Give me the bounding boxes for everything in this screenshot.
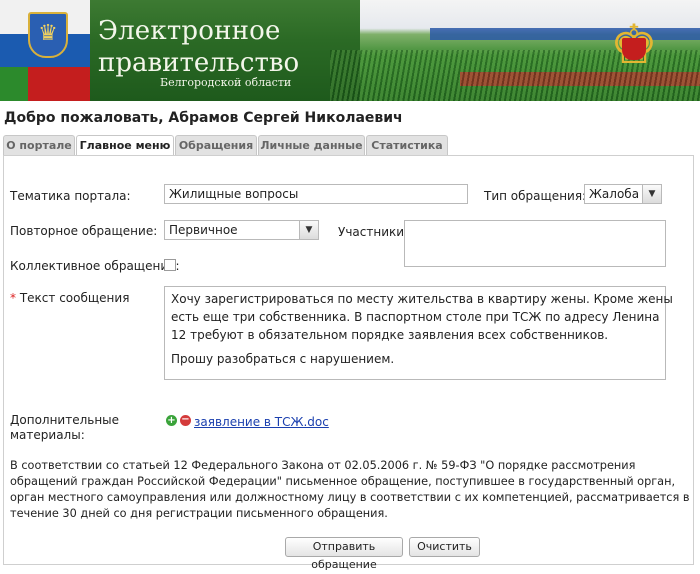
submit-appeal-button[interactable]: Отправить обращение	[285, 537, 403, 571]
attachments-label-line1: Дополнительные	[10, 413, 120, 427]
site-subtitle: Белгородской области	[160, 76, 292, 89]
repeat-appeal-select[interactable]: Первичное ▼	[164, 220, 319, 240]
site-title-line2: правительство	[98, 48, 300, 78]
message-text: Хочу зарегистрироваться по месту жительс…	[164, 286, 680, 388]
tab-statistics[interactable]: Статистика	[366, 135, 448, 155]
message-paragraph-2: Прошу разобраться с нарушением.	[171, 352, 395, 366]
participants-label: Участники:	[338, 225, 409, 239]
repeat-appeal-label: Повторное обращение:	[10, 224, 158, 238]
message-text-label-text: Текст сообщения	[19, 291, 130, 305]
appeal-type-label: Тип обращения:	[484, 189, 587, 203]
tab-about-portal[interactable]: О портале	[3, 135, 75, 155]
clear-button[interactable]: Очистить	[409, 537, 480, 557]
welcome-message: Добро пожаловать, Абрамов Сергей Николае…	[4, 110, 403, 126]
legal-notice: В соответствии со статьей 12 Федеральног…	[10, 459, 690, 520]
participants-textarea[interactable]	[404, 220, 666, 267]
site-title-line1: Электронное	[98, 16, 281, 46]
appeal-type-select[interactable]: Жалоба ▼	[584, 184, 662, 204]
message-text-label: * Текст сообщения	[10, 291, 129, 305]
message-paragraph-1: Хочу зарегистрироваться по месту жительс…	[171, 292, 673, 342]
eagle-shield	[622, 38, 646, 60]
chevron-down-icon[interactable]: ▼	[642, 185, 661, 203]
add-attachment-icon[interactable]: +	[166, 415, 177, 426]
tab-appeals[interactable]: Обращения	[175, 135, 257, 155]
tab-personal-data[interactable]: Личные данные	[258, 135, 365, 155]
site-banner: ♛ Электронное правительство Белгородской…	[0, 0, 700, 101]
collective-appeal-checkbox[interactable]	[164, 259, 176, 271]
belgorod-coat-of-arms-icon: ♛	[28, 12, 68, 58]
required-mark: *	[10, 291, 16, 305]
repeat-appeal-value: Первичное	[169, 223, 238, 237]
attachments-label-line2: материалы:	[10, 428, 85, 442]
collective-appeal-label: Коллективное обращение:	[10, 259, 180, 273]
attachment-file-link[interactable]: заявление в ТСЖ.doc	[194, 415, 329, 429]
appeal-type-value: Жалоба	[589, 187, 640, 201]
remove-attachment-icon[interactable]: −	[180, 415, 191, 426]
tab-main-menu[interactable]: Главное меню	[76, 135, 174, 156]
region-flag-green	[0, 67, 28, 101]
topic-label: Тематика портала:	[10, 189, 131, 203]
attachments-label: Дополнительные материалы:	[10, 413, 119, 443]
topic-input[interactable]: Жилищные вопросы	[164, 184, 468, 204]
chevron-down-icon[interactable]: ▼	[299, 221, 318, 239]
